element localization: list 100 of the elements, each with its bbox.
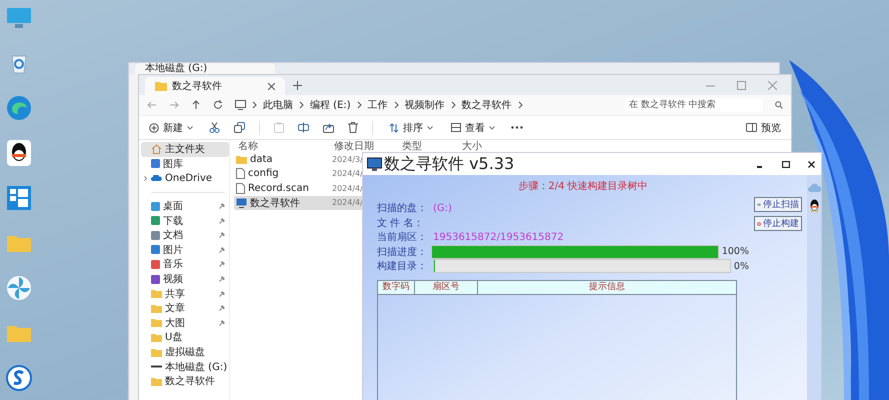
sidebar-item[interactable]: U盘 [141, 330, 229, 345]
copy-icon[interactable] [234, 122, 245, 133]
column-header[interactable]: 名称 [234, 139, 330, 153]
chevron-icon[interactable] [394, 101, 399, 109]
sidebar-item[interactable]: 文章 [141, 300, 229, 316]
breadcrumb-item[interactable]: 编程 (E:) [310, 98, 351, 112]
column-header[interactable]: 扇区号 [415, 280, 478, 294]
sidebar-item[interactable]: 主文件夹 [141, 142, 229, 157]
file-name: 数之寻软件 [250, 196, 300, 210]
drive-icon [151, 365, 162, 368]
breadcrumb-item[interactable]: 工作 [368, 98, 388, 112]
breadcrumb-item[interactable]: 此电脑 [263, 98, 293, 112]
plus-circle-icon [149, 122, 159, 132]
chevron-icon[interactable] [450, 101, 456, 109]
pin-icon[interactable] [219, 246, 225, 253]
chevron-icon[interactable] [518, 101, 523, 109]
refresh-icon[interactable] [213, 100, 223, 110]
pin-icon[interactable] [219, 203, 225, 210]
progress-label: 构建目录： [377, 260, 428, 274]
field-label: 文 件 名： [377, 216, 424, 230]
close-icon[interactable] [808, 160, 815, 168]
caret-icon [427, 126, 433, 130]
column-header[interactable]: 数字码 [378, 280, 415, 294]
sidebar-item[interactable]: 本地磁盘 (G:) [141, 359, 229, 374]
folder-icon [236, 154, 247, 164]
pin-icon[interactable] [219, 232, 225, 238]
share-icon[interactable] [323, 122, 334, 133]
chevron-icon[interactable] [252, 101, 257, 109]
progress-percent: 100% [722, 246, 749, 258]
search-field[interactable]: 在 数之寻软件 中搜索 [625, 98, 763, 112]
search-icon[interactable] [775, 101, 783, 109]
chevron-icon[interactable] [299, 101, 304, 109]
rename-icon[interactable] [298, 122, 309, 133]
column-header[interactable]: 大小 [458, 139, 502, 153]
caret-icon [187, 126, 193, 130]
view-button[interactable]: 查看 [449, 118, 497, 136]
tiles-icon[interactable] [7, 186, 31, 210]
pin-icon[interactable] [219, 218, 225, 224]
step-status: 步骤：2/4 快速构建目录树中 [517, 180, 649, 194]
sidebar-item[interactable]: 数之寻软件 [141, 374, 229, 388]
sort-icon [389, 122, 399, 132]
trash-icon[interactable] [348, 122, 358, 133]
file-name: data [250, 154, 273, 165]
folder-icon [151, 348, 162, 357]
file-row[interactable]: Record.scan 2024/4/ [234, 181, 366, 196]
monitor-icon[interactable] [235, 100, 246, 110]
folder-icon [151, 289, 162, 298]
pin-icon[interactable] [219, 320, 225, 326]
pin-icon[interactable] [219, 305, 225, 312]
sidebar-item[interactable]: 视频 [141, 272, 229, 286]
sidebar-item[interactable]: 桌面 [141, 198, 229, 214]
column-header[interactable]: 提示信息 [478, 280, 736, 294]
file-date: 2024/4/ [332, 169, 363, 178]
file-date: 2024/3/ [332, 154, 363, 164]
pinwheel-icon[interactable] [6, 275, 32, 301]
column-header[interactable]: 类型 [398, 139, 458, 153]
up-arrow-icon[interactable] [191, 100, 201, 110]
chevron-icon[interactable] [143, 174, 148, 182]
preview-button[interactable]: 预览 [744, 118, 783, 136]
clipboard-icon[interactable] [274, 122, 284, 133]
pin-icon[interactable] [219, 290, 225, 297]
breadcrumb-item[interactable]: 数之寻软件 [462, 98, 512, 112]
window-title: 数之寻软件 v5.33 [384, 154, 514, 174]
field-value: (G:) [433, 202, 452, 214]
chevron-icon[interactable] [356, 101, 362, 109]
folder-tab[interactable]: 数之寻软件 [145, 77, 285, 95]
file-date: 2024/4/ [332, 198, 363, 208]
column-header[interactable]: 修改日期 [330, 139, 398, 153]
monitor-icon [367, 156, 382, 172]
caret-icon [489, 126, 495, 130]
folder-icon [155, 81, 167, 91]
pin-icon[interactable] [219, 261, 225, 268]
sidebar-item[interactable]: 音乐 [141, 257, 229, 272]
sidebar-item[interactable]: 下载 [141, 213, 229, 228]
scissors-icon[interactable] [209, 122, 220, 133]
sidebar-item[interactable]: 图片 [141, 242, 229, 258]
sidebar-item[interactable]: 虚拟磁盘 [141, 344, 229, 360]
sort-button[interactable]: 排序 [387, 118, 435, 136]
new-tab-icon[interactable] [293, 80, 302, 90]
more-icon[interactable] [511, 126, 523, 129]
penguin-icon[interactable] [808, 199, 820, 212]
stop-build-button[interactable]: 停止构建 [754, 216, 802, 231]
stop-scan-button[interactable]: 停止扫描 [754, 197, 802, 212]
sidebar-item[interactable]: 文档 [141, 228, 229, 243]
s-logo-icon[interactable] [6, 365, 32, 391]
close-icon[interactable] [268, 82, 275, 90]
folder-icon [151, 332, 162, 342]
new-button[interactable]: 新建 [147, 118, 195, 136]
sidebar-item[interactable]: OneDrive [141, 171, 229, 186]
window-tab[interactable]: 本地磁盘 (G:) [135, 63, 275, 75]
penguin-icon[interactable] [7, 140, 31, 166]
sidebar-item[interactable]: 大图 [141, 316, 229, 330]
sidebar-item[interactable]: 图库 [141, 156, 229, 172]
pin-icon[interactable] [219, 276, 225, 282]
maximize-icon[interactable] [782, 160, 790, 168]
file-row[interactable]: data 2024/3/ [234, 152, 366, 166]
file-row[interactable]: config 2024/4/ [234, 166, 366, 181]
breadcrumb-item[interactable]: 视频制作 [404, 98, 445, 112]
sidebar-item[interactable]: 共享 [141, 286, 229, 301]
folder-icon [151, 318, 162, 328]
